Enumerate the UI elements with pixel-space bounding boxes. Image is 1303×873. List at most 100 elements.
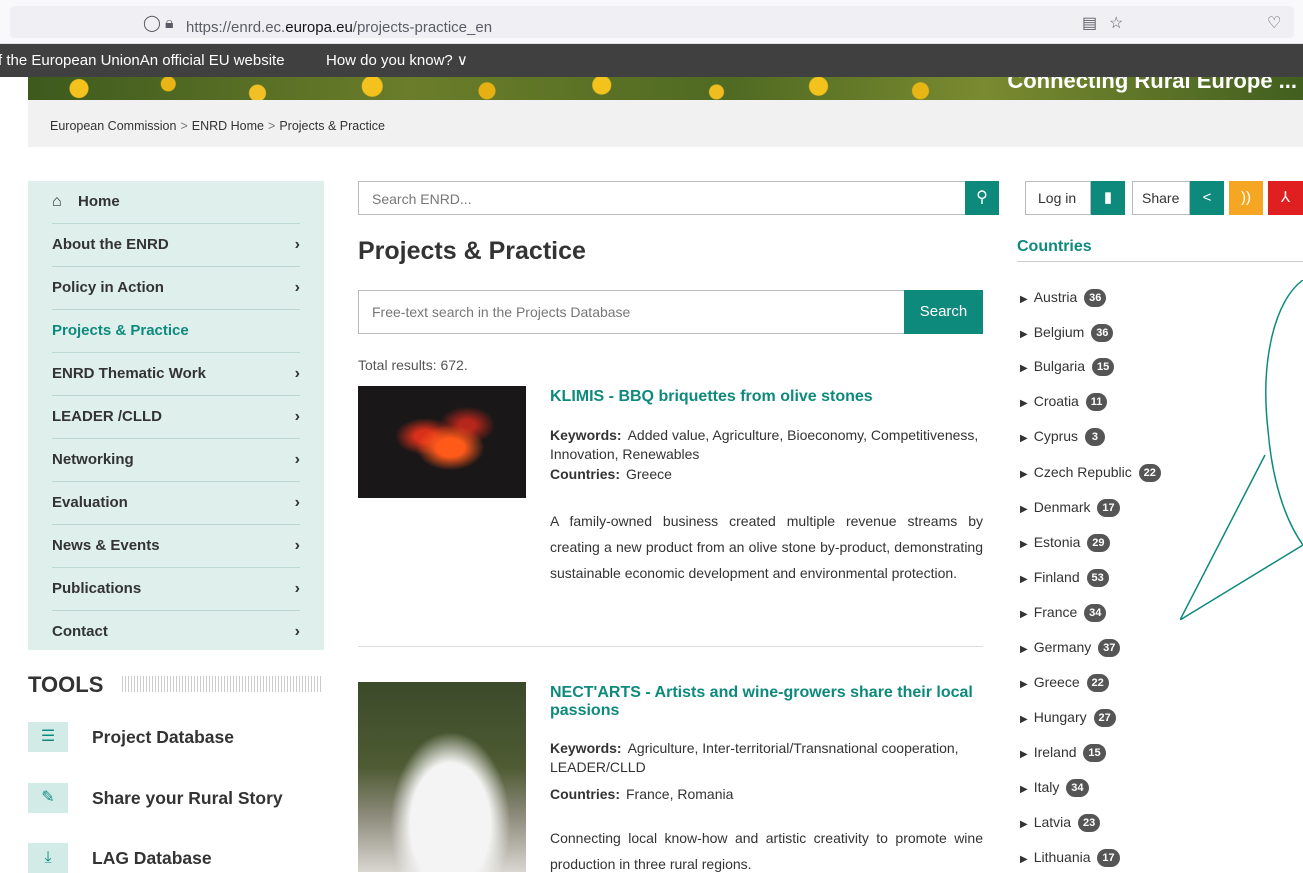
triangle-right-icon: ▶	[1020, 363, 1028, 374]
chevron-right-icon: ›	[294, 451, 300, 468]
country-filter[interactable]: ▶ Czech Republic 22	[1020, 462, 1161, 485]
breadcrumb-link-commission[interactable]: European Commission	[50, 119, 176, 133]
country-filter[interactable]: ▶ Denmark 17	[1020, 497, 1120, 520]
sidebar-item-label: About the ENRD	[52, 236, 169, 253]
share-icon[interactable]: <	[1190, 181, 1224, 215]
triangle-right-icon: ▶	[1020, 329, 1028, 340]
country-filter[interactable]: ▶ Bulgaria 15	[1020, 356, 1115, 379]
tools-heading: TOOLS	[28, 672, 104, 697]
sidebar-item-label: Home	[78, 193, 120, 210]
result-thumbnail[interactable]	[358, 682, 526, 872]
sidebar-item-policy[interactable]: Policy in Action ›	[52, 267, 300, 310]
country-filter[interactable]: ▶ Cyprus 3	[1020, 426, 1105, 449]
chevron-right-icon: ›	[294, 408, 300, 425]
how-do-you-know-toggle[interactable]: How do you know? ∨	[326, 44, 468, 77]
triangle-right-icon: ▶	[1020, 819, 1028, 830]
breadcrumb-separator: >	[268, 119, 276, 133]
sidebar-item-contact[interactable]: Contact ›	[52, 611, 300, 654]
sidebar-item-projects[interactable]: Projects & Practice	[52, 310, 300, 353]
search-input[interactable]: Search ENRD...	[372, 191, 472, 207]
tool-label: Share your Rural Story	[92, 788, 283, 808]
count-badge: 3	[1084, 428, 1105, 446]
sidebar-item-networking[interactable]: Networking ›	[52, 439, 300, 482]
count-badge: 27	[1093, 709, 1116, 727]
countries-label: Countries:	[550, 786, 620, 802]
sidebar-item-publications[interactable]: Publications ›	[52, 568, 300, 611]
result-thumbnail[interactable]	[358, 386, 526, 498]
chevron-right-icon: ›	[294, 580, 300, 597]
country-filter[interactable]: ▶ Ireland 15	[1020, 742, 1106, 765]
country-filter[interactable]: ▶ Estonia 29	[1020, 532, 1110, 555]
url-text[interactable]: https://enrd.ec.europa.eu/projects-pract…	[186, 20, 492, 36]
chevron-right-icon: ›	[294, 236, 300, 253]
country-filter[interactable]: ▶ Latvia 23	[1020, 812, 1101, 835]
sidebar-item-home[interactable]: ⌂ Home	[52, 181, 300, 224]
result-title-link[interactable]: KLIMIS - BBQ briquettes from olive stone…	[550, 388, 990, 406]
country-name: Hungary	[1033, 709, 1087, 725]
sidebar-item-thematic[interactable]: ENRD Thematic Work ›	[52, 353, 300, 396]
sidebar-item-news[interactable]: News & Events ›	[52, 525, 300, 568]
count-badge: 23	[1077, 814, 1101, 832]
pdf-icon[interactable]: ⅄	[1268, 181, 1303, 215]
country-name: Italy	[1033, 779, 1060, 795]
breadcrumb-bar: European Commission > ENRD Home > Projects &…	[28, 100, 1303, 147]
country-filter[interactable]: ▶ Hungary 27	[1020, 707, 1116, 730]
count-badge: 15	[1083, 744, 1106, 762]
lock-icon[interactable]: 🔒︎	[165, 16, 174, 32]
projects-search-button[interactable]: Search	[904, 290, 983, 334]
country-filter[interactable]: ▶ Italy 34	[1020, 777, 1089, 800]
country-name: Belgium	[1033, 324, 1085, 340]
count-badge: 22	[1086, 674, 1109, 692]
address-bar[interactable]: ◯ 🔒︎ https://enrd.ec.europa.eu/projects-…	[10, 6, 1294, 38]
country-filter[interactable]: ▶ Greece 22	[1020, 672, 1109, 695]
countries-divider	[1017, 261, 1303, 262]
sidebar-item-label: Projects & Practice	[52, 322, 189, 339]
triangle-right-icon: ▶	[1020, 644, 1028, 655]
reader-view-icon[interactable]: ▤	[1082, 16, 1097, 32]
site-search: Search ENRD... ⚲	[358, 181, 999, 215]
country-filter[interactable]: ▶ France 34	[1020, 602, 1107, 625]
chevron-right-icon: ›	[294, 365, 300, 382]
projects-search-input[interactable]: Free-text search in the Projects Databas…	[372, 304, 630, 320]
triangle-right-icon: ▶	[1020, 609, 1028, 620]
search-button[interactable]: ⚲	[965, 181, 999, 215]
total-results: Total results: 672.	[358, 357, 468, 373]
login-button[interactable]: Log in	[1025, 181, 1091, 215]
triangle-right-icon: ▶	[1020, 469, 1028, 480]
countries-value: Greece	[626, 466, 672, 482]
country-name: Czech Republic	[1033, 464, 1132, 480]
search-icon: ⚲	[976, 189, 988, 206]
lock-icon[interactable]: ▮	[1091, 181, 1125, 215]
share-button[interactable]: Share	[1132, 181, 1190, 215]
sidebar-item-about[interactable]: About the ENRD ›	[52, 224, 300, 267]
sidebar-item-evaluation[interactable]: Evaluation ›	[52, 482, 300, 525]
download-file-icon: ⤓	[28, 843, 68, 873]
triangle-right-icon: ▶	[1020, 504, 1028, 515]
country-filter[interactable]: ▶ Austria 36	[1020, 287, 1107, 310]
rss-icon[interactable]: ))	[1229, 181, 1263, 215]
country-filter[interactable]: ▶ Germany 37	[1020, 637, 1121, 660]
chevron-right-icon: ›	[294, 623, 300, 640]
count-badge: 36	[1091, 324, 1114, 342]
country-filter[interactable]: ▶ Belgium 36	[1020, 322, 1114, 345]
countries-value: France, Romania	[626, 786, 734, 802]
country-filter[interactable]: ▶ Lithuania 17	[1020, 847, 1120, 870]
country-filter[interactable]: ▶ Croatia 11	[1020, 391, 1108, 414]
bookmark-star-icon[interactable]: ☆	[1109, 16, 1123, 32]
country-name: Finland	[1033, 569, 1080, 585]
breadcrumb-link-home[interactable]: ENRD Home	[192, 119, 264, 133]
sidebar-item-leader[interactable]: LEADER /CLLD ›	[52, 396, 300, 439]
page-title: Projects & Practice	[358, 237, 586, 265]
chat-icon: ✎	[28, 783, 68, 813]
sidebar-item-label: Evaluation	[52, 494, 128, 511]
countries-label: Countries:	[550, 466, 620, 482]
country-filter[interactable]: ▶ Finland 53	[1020, 567, 1109, 590]
result-divider	[358, 646, 983, 647]
count-badge: 22	[1138, 464, 1161, 482]
count-badge: 34	[1084, 604, 1107, 622]
result-title-link[interactable]: NECT'ARTS - Artists and wine-growers sha…	[550, 684, 990, 720]
hero-banner: Connecting Rural Europe ...	[28, 77, 1303, 100]
sidebar-item-label: Networking	[52, 451, 134, 468]
shield-icon[interactable]: ◯	[143, 16, 161, 32]
pocket-icon[interactable]: ♡	[1267, 16, 1281, 32]
